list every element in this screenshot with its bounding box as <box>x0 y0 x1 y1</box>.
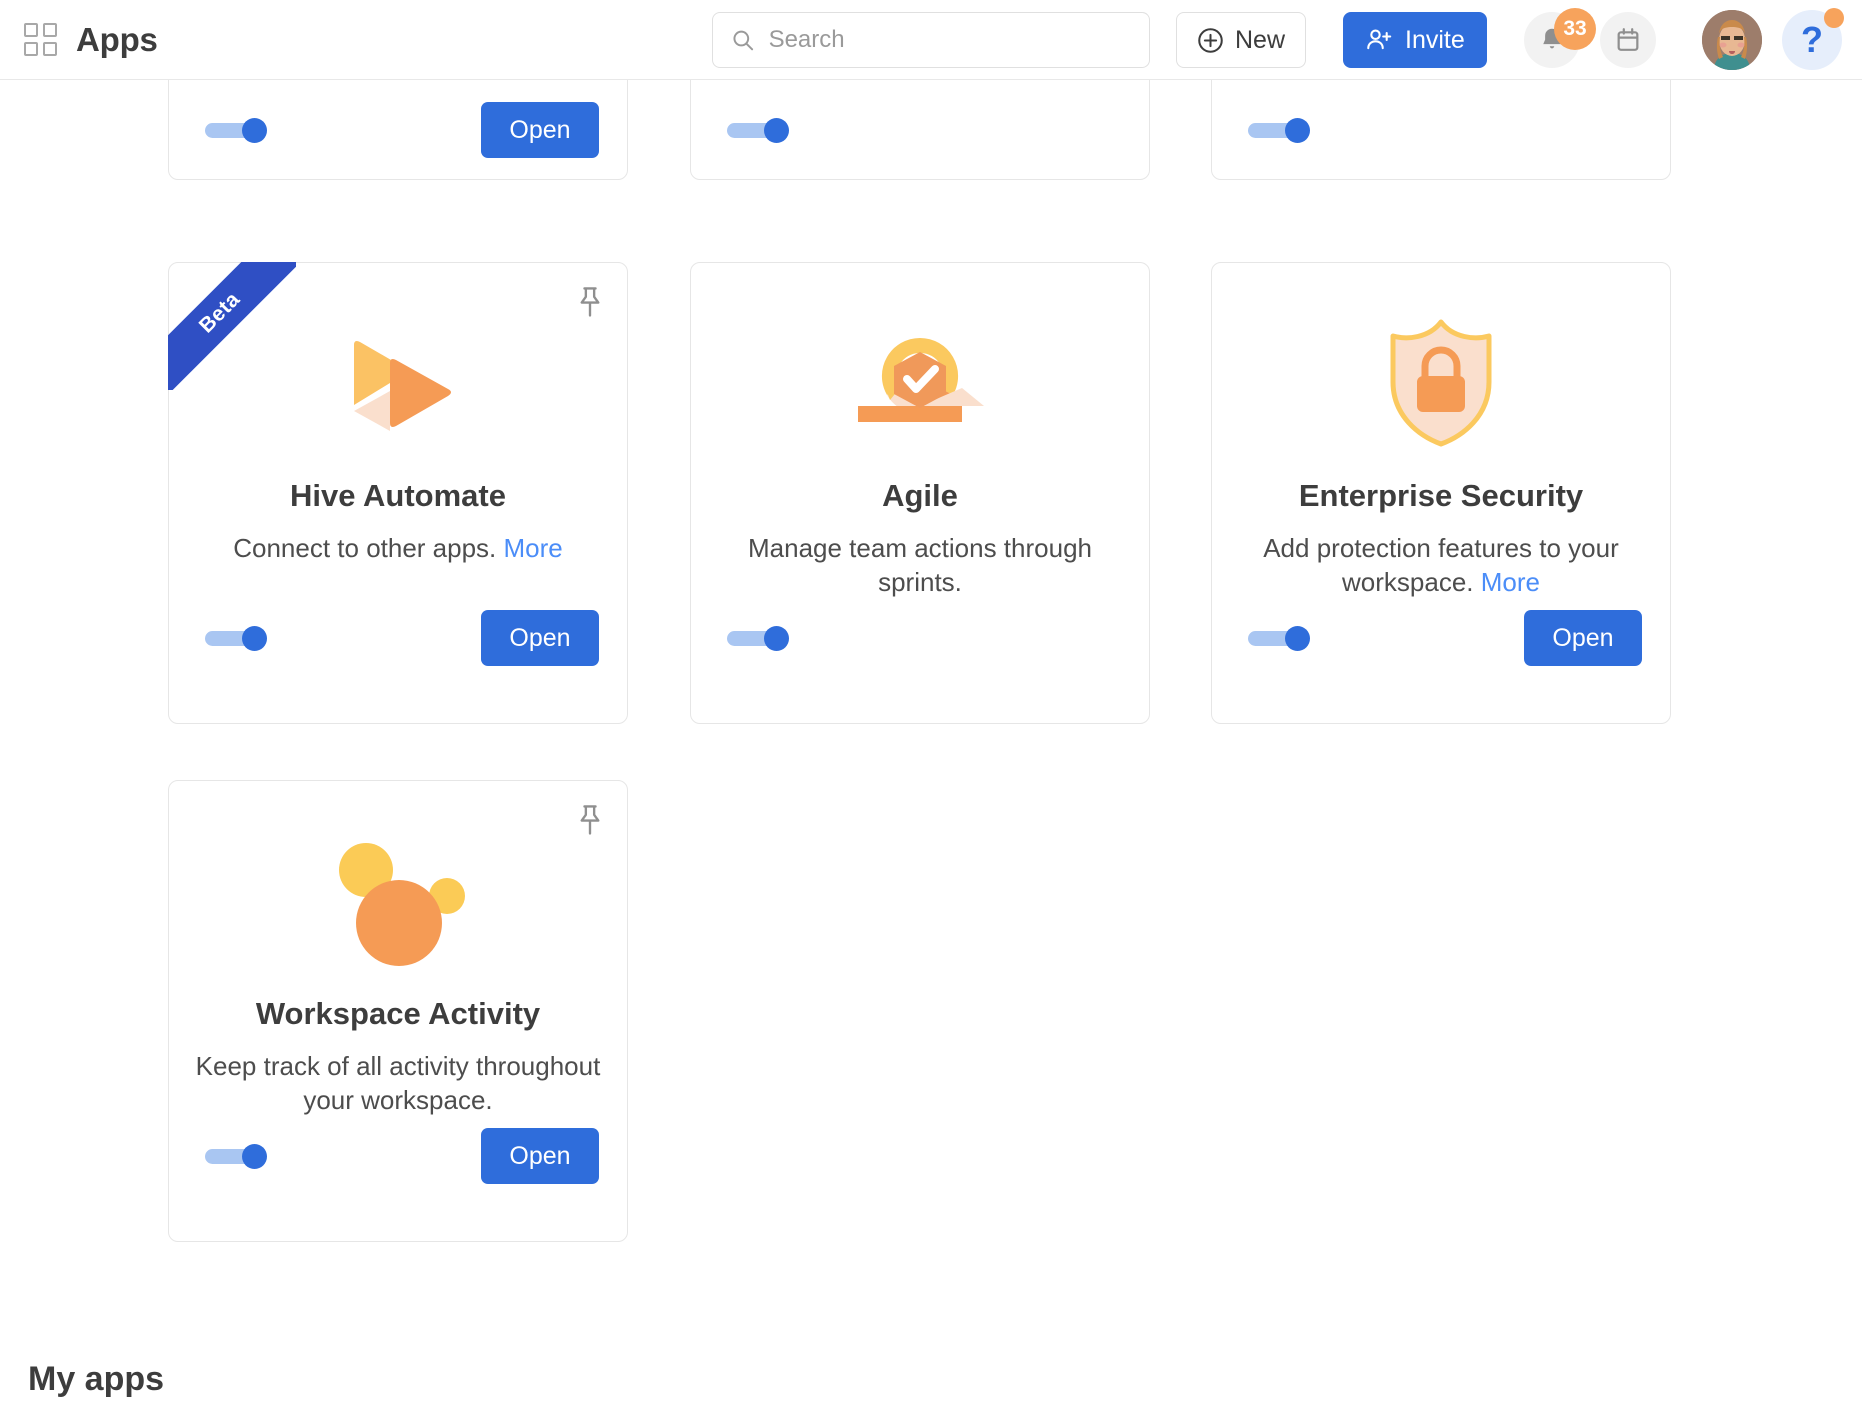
avatar-image <box>1702 10 1762 70</box>
app-description: Manage team actions through sprints. <box>748 533 1092 598</box>
app-description-text: Connect to other apps. <box>233 533 497 563</box>
toggle-knob <box>1285 626 1310 651</box>
play-automate-icon <box>354 341 451 431</box>
app-toggle[interactable] <box>1248 118 1310 143</box>
apps-board: Open Beta Hive Automate Connect to other… <box>0 0 1862 1428</box>
notifications-button[interactable]: 33 <box>1524 8 1596 68</box>
toggle-knob <box>1285 118 1310 143</box>
toggle-knob <box>764 118 789 143</box>
more-link[interactable]: More <box>1481 567 1540 597</box>
app-title: Hive Automate <box>290 478 506 513</box>
app-description: Add protection features to your workspac… <box>1238 531 1644 600</box>
help-button[interactable]: ? <box>1782 8 1844 70</box>
toggle-knob <box>764 626 789 651</box>
agile-cycle-icon <box>858 337 984 422</box>
app-card-agile[interactable]: Agile Manage team actions through sprint… <box>690 262 1150 724</box>
notification-badge: 33 <box>1554 8 1596 50</box>
more-link[interactable]: More <box>504 533 563 563</box>
calendar-icon <box>1617 28 1639 51</box>
app-title: Enterprise Security <box>1298 478 1584 513</box>
person-add-icon <box>1367 29 1392 50</box>
help-notification-dot <box>1824 8 1844 28</box>
avatar[interactable] <box>1702 10 1762 70</box>
toggle-knob <box>242 626 267 651</box>
app-toggle[interactable] <box>727 626 789 651</box>
open-button[interactable]: Open <box>481 102 599 158</box>
search-icon <box>733 30 754 51</box>
grid-icon[interactable] <box>24 22 58 57</box>
grid-icon-cell <box>43 22 57 37</box>
plus-circle-icon <box>1198 27 1223 53</box>
app-card-hive-automate[interactable]: Beta Hive Automate Connect to other apps… <box>168 262 628 724</box>
my-apps-heading: My apps <box>28 1360 165 1398</box>
open-button[interactable]: Open <box>481 610 599 666</box>
app-toggle[interactable] <box>205 626 267 651</box>
app-card-enterprise-security[interactable]: Enterprise Security Add protection featu… <box>1211 262 1671 724</box>
app-description-text: Add protection features to your workspac… <box>1263 533 1619 598</box>
app-card-workspace-activity[interactable]: Workspace Activity Keep track of all act… <box>168 780 628 1242</box>
app-toggle[interactable] <box>727 118 789 143</box>
app-title: Workspace Activity <box>255 996 541 1031</box>
help-label: ? <box>1801 19 1823 60</box>
app-icon <box>1212 307 1670 457</box>
app-title: Agile <box>882 478 958 513</box>
app-icon <box>169 825 627 975</box>
app-description: Connect to other apps. More <box>195 531 601 565</box>
calendar-button[interactable] <box>1600 12 1656 68</box>
new-button-label: New <box>1235 25 1286 54</box>
invite-button-label: Invite <box>1405 25 1465 54</box>
shield-lock-icon <box>1390 319 1492 447</box>
app-toggle[interactable] <box>205 1144 267 1169</box>
app-toggle[interactable] <box>205 118 267 143</box>
search-input[interactable] <box>768 26 1131 54</box>
grid-icon-cell <box>43 41 57 56</box>
app-icon <box>691 307 1149 457</box>
app-toggle[interactable] <box>1248 626 1310 651</box>
app-description: Keep track of all activity throughout yo… <box>195 1051 601 1116</box>
grid-icon-cell <box>24 41 38 56</box>
toggle-knob <box>242 118 267 143</box>
open-button[interactable]: Open <box>481 1128 599 1184</box>
search-box[interactable] <box>712 12 1150 68</box>
top-bar: Apps New Invite 33 <box>0 0 1862 80</box>
page-title: Apps <box>76 20 158 58</box>
toggle-knob <box>242 1144 267 1169</box>
invite-button[interactable]: Invite <box>1343 12 1487 68</box>
activity-bubbles-icon <box>339 843 465 966</box>
open-button[interactable]: Open <box>1524 610 1642 666</box>
brand: Apps <box>24 21 158 59</box>
app-icon <box>169 307 627 457</box>
grid-icon-cell <box>24 22 38 37</box>
new-button[interactable]: New <box>1176 12 1307 68</box>
